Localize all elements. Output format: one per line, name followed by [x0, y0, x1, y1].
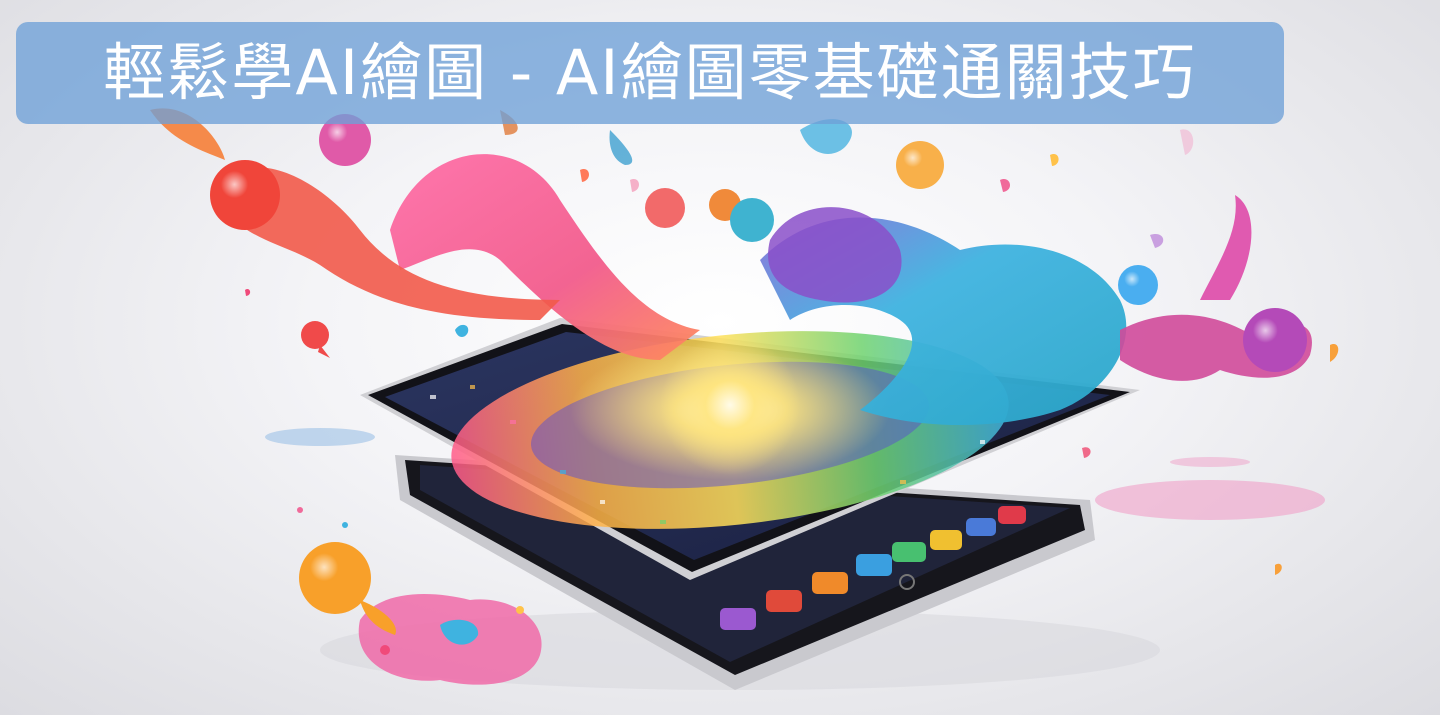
pink-puddle: [1095, 480, 1325, 520]
blue-puddle: [265, 428, 375, 446]
app-icon-green: [892, 542, 926, 562]
title-banner: 輕鬆學AI繪圖 - AI繪圖零基礎通關技巧: [16, 22, 1284, 124]
app-icon-blue-2: [966, 518, 996, 536]
banner-title: 輕鬆學AI繪圖 - AI繪圖零基礎通關技巧: [103, 36, 1197, 109]
app-icon-blue: [856, 554, 892, 576]
app-icon-red: [766, 590, 802, 612]
light-burst: [660, 335, 800, 475]
app-icon-purple: [720, 608, 756, 630]
app-icon-yellow: [930, 530, 962, 550]
pink-drip: [1200, 195, 1252, 300]
app-icon-orange: [812, 572, 848, 594]
app-icon-red-2: [998, 506, 1026, 524]
